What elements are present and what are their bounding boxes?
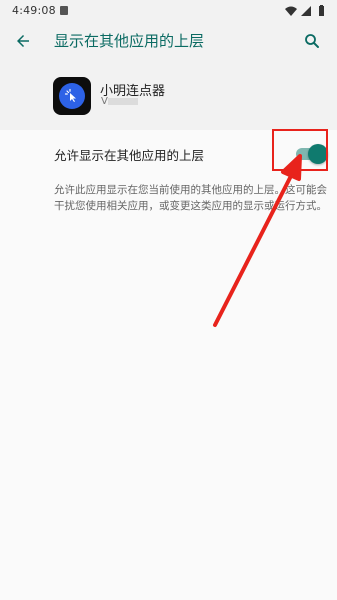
app-icon (53, 77, 91, 115)
page-title: 显示在其他应用的上层 (54, 32, 205, 50)
allow-overlay-label: 允许显示在其他应用的上层 (54, 148, 205, 163)
arrow-back-icon (17, 35, 29, 47)
status-bar: 4:49:08 (0, 0, 337, 22)
wifi-icon (285, 6, 297, 16)
search-button[interactable] (295, 24, 329, 58)
annotation-highlight-box (272, 129, 328, 171)
status-icons (285, 5, 324, 16)
signal-icon (301, 6, 311, 16)
app-name: 小明连点器 (100, 84, 166, 99)
battery-icon (319, 6, 324, 16)
status-time: 4:49:08 (12, 4, 56, 17)
version-redacted (108, 98, 138, 105)
back-button[interactable] (6, 24, 40, 58)
app-header (0, 60, 337, 130)
cursor-click-icon (59, 83, 85, 109)
app-version: V (101, 96, 108, 107)
notification-icon (60, 6, 68, 15)
setting-description: 允许此应用显示在您当前使用的其他应用的上层。这可能会干扰您使用相关应用，或变更这… (54, 184, 327, 212)
screen: 4:49:08 显示在其他应用的上层 小明连点器 V 允许显示在其他应用的上层 … (0, 0, 337, 600)
search-icon (305, 34, 319, 48)
app-bar: 显示在其他应用的上层 (0, 22, 337, 60)
